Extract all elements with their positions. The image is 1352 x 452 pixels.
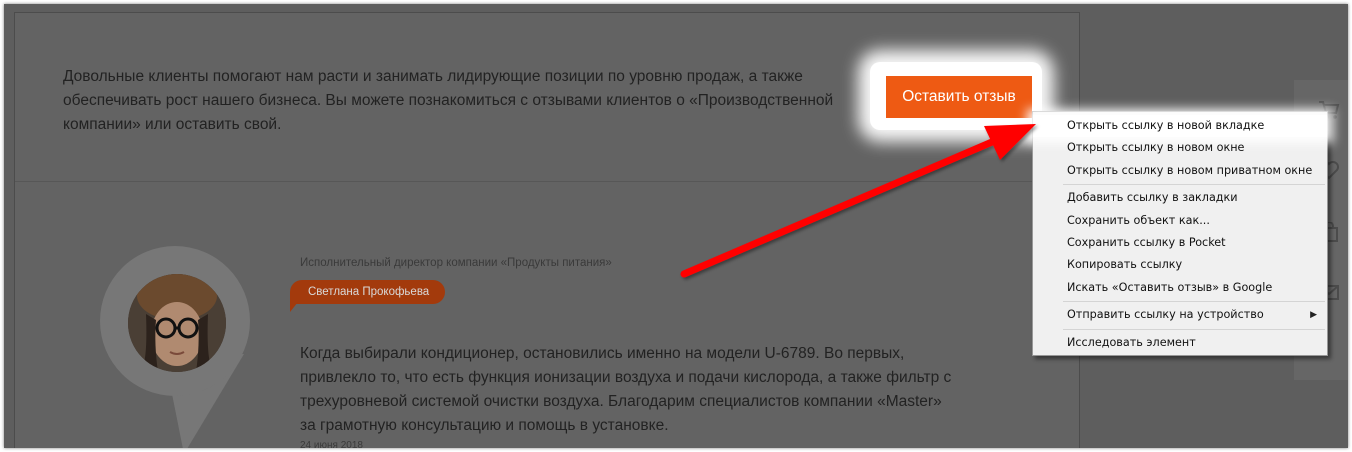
screenshot-frame: Довольные клиенты помогают нам расти и з…	[4, 4, 1348, 448]
menu-item-label: Копировать ссылку	[1067, 258, 1183, 272]
review-line: трехуровневой системой очистки воздуха. …	[300, 393, 942, 410]
leave-review-button[interactable]: Оставить отзыв	[886, 76, 1032, 118]
menu-separator	[1063, 328, 1325, 330]
menu-item-save-to-pocket[interactable]: Сохранить ссылку в Pocket	[1033, 232, 1327, 254]
menu-item-label: Искать «Оставить отзыв» в Google	[1067, 280, 1273, 294]
menu-item-label: Отправить ссылку на устройство	[1067, 308, 1264, 322]
menu-separator	[1063, 301, 1325, 303]
name-badge-tail	[290, 302, 298, 312]
intro-line: Довольные клиенты помогают нам расти и з…	[63, 68, 803, 85]
menu-item-label: Открыть ссылку в новом окне	[1067, 141, 1245, 155]
reviewer-name-badge: Светлана Прокофьева	[290, 280, 446, 304]
intro-text: Довольные клиенты помогают нам расти и з…	[63, 65, 873, 137]
menu-item-inspect-element[interactable]: Исследовать элемент	[1033, 332, 1327, 354]
review-line: Когда выбирали кондиционер, остановились…	[300, 345, 905, 362]
menu-item-copy-link[interactable]: Копировать ссылку	[1033, 254, 1327, 276]
menu-separator	[1063, 184, 1325, 186]
avatar-portrait	[128, 274, 226, 372]
menu-item-label: Сохранить объект как...	[1067, 213, 1210, 227]
review-line: за грамотную консультацию и помощь в уст…	[300, 417, 669, 434]
intro-line: обеспечивать рост нашего бизнеса. Вы мож…	[63, 92, 834, 109]
avatar	[128, 274, 226, 372]
review-line: привлекло то, что есть функция ионизации…	[300, 369, 952, 386]
menu-item-search-google[interactable]: Искать «Оставить отзыв» в Google	[1033, 277, 1327, 299]
menu-item-send-to-device[interactable]: Отправить ссылку на устройство ▶	[1033, 304, 1327, 326]
menu-item-open-new-tab[interactable]: Открыть ссылку в новой вкладке	[1033, 115, 1327, 138]
menu-item-label: Открыть ссылку в новом приватном окне	[1067, 163, 1313, 177]
review-text: Когда выбирали кондиционер, остановились…	[300, 342, 990, 438]
context-menu: Открыть ссылку в новой вкладке Открыть с…	[1032, 111, 1328, 356]
reviewer-job-title: Исполнительный директор компании «Продук…	[300, 257, 612, 269]
menu-item-save-object[interactable]: Сохранить объект как...	[1033, 210, 1327, 232]
menu-item-open-new-window[interactable]: Открыть ссылку в новом окне	[1033, 137, 1327, 159]
submenu-arrow-icon: ▶	[1310, 310, 1317, 321]
section-divider	[15, 181, 1079, 182]
menu-item-label: Сохранить ссылку в Pocket	[1067, 235, 1226, 249]
review-date: 24 июня 2018	[300, 440, 363, 448]
intro-line: компании» или оставить свой.	[63, 116, 282, 133]
menu-item-open-private-window[interactable]: Открыть ссылку в новом приватном окне	[1033, 160, 1327, 182]
menu-item-label: Исследовать элемент	[1067, 335, 1196, 349]
menu-item-bookmark-link[interactable]: Добавить ссылку в закладки	[1033, 187, 1327, 209]
menu-item-label: Открыть ссылку в новой вкладке	[1067, 119, 1265, 132]
menu-item-label: Добавить ссылку в закладки	[1067, 191, 1238, 205]
